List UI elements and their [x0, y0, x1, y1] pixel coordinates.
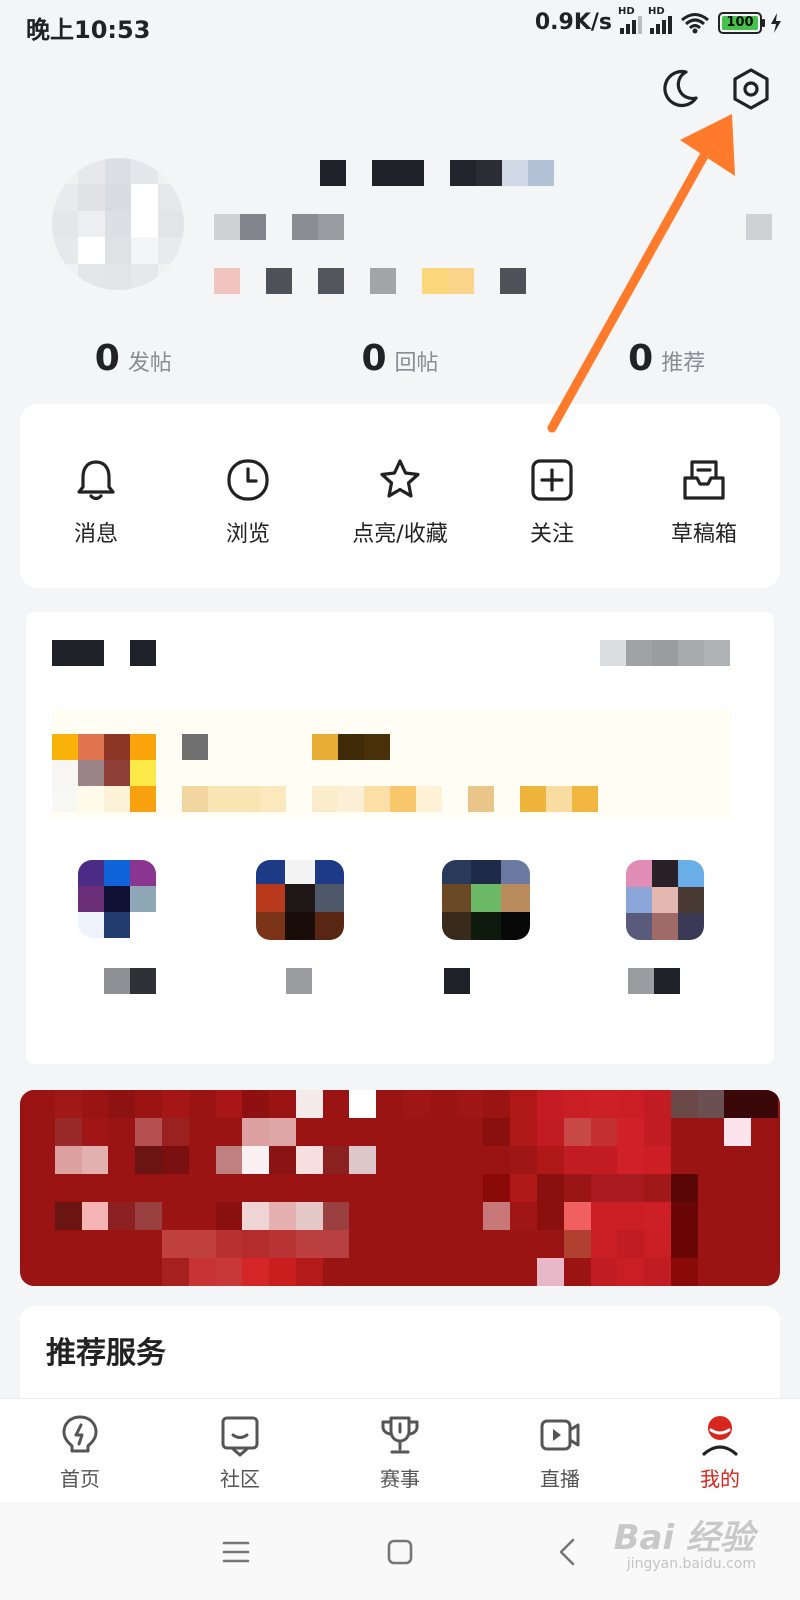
menu-icon[interactable]: [216, 1532, 256, 1572]
quick-actions-card: 消息 浏览 点亮/收藏 关注 草稿箱: [20, 404, 780, 588]
game-name-mosaic: [286, 968, 312, 994]
game-icon: [78, 860, 104, 886]
battery-icon: 100: [718, 11, 765, 34]
charging-icon: [771, 12, 781, 33]
settings-icon[interactable]: [728, 66, 774, 112]
username-mosaic: [320, 160, 554, 186]
tab-community[interactable]: 社区: [160, 1399, 320, 1502]
stat-count: 0: [94, 338, 120, 379]
signal-icon: HD: [648, 6, 672, 34]
baidu-watermark-url: jingyan.baidu.com: [626, 1556, 756, 1572]
home-icon[interactable]: [380, 1532, 420, 1572]
section-title: 推荐服务: [46, 1336, 166, 1371]
live-video-icon: [540, 1419, 580, 1451]
tab-label: 我的: [700, 1467, 740, 1491]
tab-home[interactable]: 首页: [0, 1399, 160, 1502]
game-item[interactable]: [626, 860, 704, 940]
quick-action-messages[interactable]: 消息: [20, 404, 172, 588]
star-icon: [380, 459, 420, 498]
game-item[interactable]: [256, 860, 344, 940]
wifi-icon: [681, 12, 709, 33]
bottom-tab-bar: 首页 社区 赛事 直播 我的: [0, 1398, 800, 1502]
signal-hd-tag: HD: [618, 5, 635, 17]
level-mosaic: [746, 214, 772, 240]
community-icon: [221, 1416, 259, 1457]
profile-stats: 0 发帖 0 回帖 0 推荐: [0, 338, 800, 379]
stat-label: 回帖: [394, 351, 439, 376]
featured-game-desc-mosaic: [182, 786, 598, 812]
stat-posts[interactable]: 0 发帖: [0, 338, 267, 379]
games-title-mosaic: [52, 640, 156, 666]
tab-matches[interactable]: 赛事: [320, 1399, 480, 1502]
quick-action-label: 关注: [529, 522, 574, 547]
game-item[interactable]: [78, 860, 156, 938]
stat-count: 0: [628, 338, 654, 379]
game-icon: [442, 860, 472, 884]
home-bulb-icon: [62, 1415, 98, 1453]
promo-banner-mosaic: [28, 1090, 778, 1286]
moon-icon[interactable]: [656, 66, 702, 112]
battery-level: 100: [722, 15, 758, 30]
quick-action-label: 消息: [73, 522, 118, 547]
promo-banner[interactable]: [20, 1090, 780, 1286]
plus-square-icon: [531, 459, 573, 501]
quick-action-follow[interactable]: 关注: [476, 404, 628, 588]
quick-action-label: 浏览: [225, 522, 270, 547]
status-indicators: 0.9K/s HD HD 100: [534, 6, 782, 35]
stat-recommends[interactable]: 0 推荐: [533, 338, 800, 379]
clock-icon: [227, 459, 269, 501]
signal-hd-tag: HD: [648, 5, 665, 17]
stat-label: 发帖: [127, 351, 172, 376]
quick-action-label: 草稿箱: [670, 522, 737, 547]
tab-live[interactable]: 直播: [480, 1399, 640, 1502]
quick-action-favorites[interactable]: 点亮/收藏: [324, 404, 476, 588]
tab-label: 直播: [540, 1467, 580, 1491]
tab-profile[interactable]: 我的: [640, 1399, 800, 1502]
user-info-mosaic: [214, 214, 344, 240]
tab-label: 首页: [60, 1467, 100, 1491]
game-icon: [626, 860, 652, 887]
game-name-mosaic: [444, 968, 470, 994]
badges-mosaic: [214, 268, 526, 294]
trophy-icon: [381, 1416, 419, 1454]
stat-count: 0: [361, 338, 387, 379]
net-speed: 0.9K/s: [534, 10, 612, 35]
bell-icon: [77, 460, 115, 501]
tab-label: 社区: [220, 1467, 260, 1491]
baidu-watermark: Bai 经验: [613, 1518, 754, 1558]
game-icon: [256, 860, 286, 884]
game-name-mosaic: [104, 968, 156, 994]
games-more-mosaic[interactable]: [600, 640, 730, 666]
status-bar: 晚上10:53 0.9K/s HD HD 100: [0, 0, 800, 52]
featured-game-name-mosaic: [182, 734, 390, 760]
game-item[interactable]: [442, 860, 530, 940]
profile-icon: [702, 1416, 738, 1456]
games-card: [26, 612, 774, 1064]
quick-action-label: 点亮/收藏: [352, 522, 448, 547]
quick-action-drafts[interactable]: 草稿箱: [628, 404, 780, 588]
game-name-mosaic: [628, 968, 680, 994]
stat-replies[interactable]: 0 回帖: [267, 338, 534, 379]
featured-game-banner[interactable]: [52, 708, 732, 818]
status-time: 晚上10:53: [26, 16, 151, 44]
stat-label: 推荐: [661, 351, 706, 376]
avatar[interactable]: [52, 158, 184, 290]
featured-game-icon: [52, 734, 156, 812]
tab-label: 赛事: [380, 1467, 420, 1491]
draft-box-icon: [683, 460, 725, 500]
signal-icon: HD: [618, 6, 642, 34]
back-icon[interactable]: [548, 1532, 588, 1572]
quick-action-history[interactable]: 浏览: [172, 404, 324, 588]
